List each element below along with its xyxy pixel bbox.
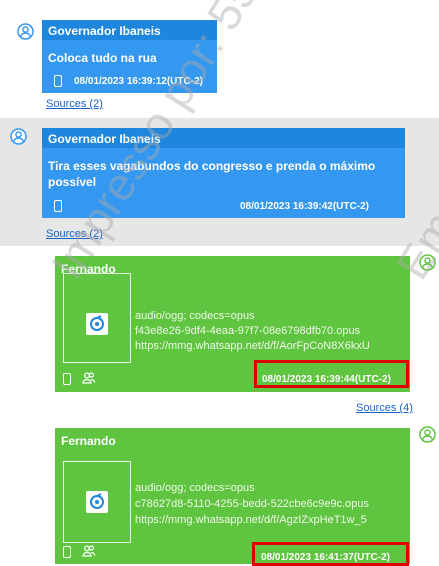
- user-avatar-icon: [17, 23, 34, 40]
- user-avatar-icon: [419, 254, 436, 271]
- timestamp-highlight-box: [252, 542, 409, 566]
- attachment-mime-type: audio/ogg; codecs=opus: [135, 310, 255, 322]
- sender-name: Fernando: [61, 434, 116, 448]
- message-row-4: Fernando audio/ogg; codecs=opus c78627d8…: [0, 420, 439, 566]
- contacts-icon: [82, 372, 96, 384]
- attachment-filename: c78627d8-5110-4255-bedd-522cbe6c9e9c.opu…: [135, 498, 370, 510]
- phone-icon: [63, 546, 71, 558]
- attachment-mime-type: audio/ogg; codecs=opus: [135, 482, 255, 494]
- message-row-3: Fernando audio/ogg; codecs=opus f43e8e26…: [0, 246, 439, 420]
- message-row-1: Governador Ibaneis Coloca tudo na rua 08…: [0, 0, 439, 118]
- message-text: Tira esses vagabundos do congresso e pre…: [48, 159, 376, 189]
- message-text: Coloca tudo na rua: [48, 51, 157, 65]
- attachment-filename: f43e8e26-9df4-4eaa-97f7-08e6798dfb70.opu…: [135, 325, 361, 337]
- message-timestamp: 08/01/2023 16:39:42(UTC-2): [240, 201, 369, 212]
- sources-link[interactable]: Sources (4): [356, 402, 413, 414]
- audio-file-icon: [86, 313, 108, 335]
- sender-name: Governador Ibaneis: [42, 128, 405, 148]
- sources-link[interactable]: Sources (2): [46, 228, 103, 240]
- user-avatar-icon: [419, 426, 436, 443]
- contacts-icon: [82, 545, 96, 557]
- audio-attachment-thumbnail[interactable]: [63, 273, 131, 363]
- phone-icon: [54, 75, 62, 87]
- phone-icon: [63, 373, 71, 385]
- user-avatar-icon: [10, 128, 27, 145]
- timestamp-highlight-box: [254, 360, 409, 388]
- attachment-url[interactable]: https://mmg.whatsapp.net/d/f/AgzIZxpHeT1…: [135, 513, 395, 528]
- phone-icon: [54, 200, 62, 212]
- message-bubble[interactable]: Governador Ibaneis Tira esses vagabundos…: [42, 128, 405, 218]
- sender-name: Governador Ibaneis: [42, 20, 217, 40]
- message-timestamp: 08/01/2023 16:39:12(UTC-2): [74, 76, 203, 87]
- message-bubble[interactable]: Governador Ibaneis Coloca tudo na rua 08…: [42, 20, 217, 93]
- audio-attachment-thumbnail[interactable]: [63, 461, 131, 543]
- audio-file-icon: [86, 491, 108, 513]
- message-row-2: Governador Ibaneis Tira esses vagabundos…: [0, 118, 439, 246]
- sources-link[interactable]: Sources (2): [46, 98, 103, 110]
- attachment-url[interactable]: https://mmg.whatsapp.net/d/f/AorFpCoN8X6…: [135, 339, 395, 354]
